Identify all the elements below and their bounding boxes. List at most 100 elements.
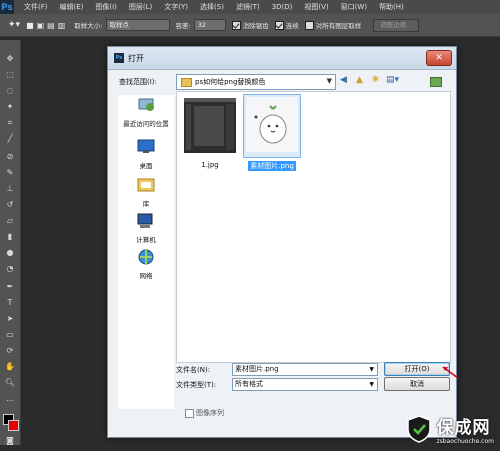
close-button[interactable]: ✕	[426, 50, 452, 66]
options-bar: ✦▾ ■▣▤▥ 取样大小: 取样点 容差: 32 消除锯齿 连续 对所有图层取样…	[0, 14, 500, 37]
dialog-title: 打开	[128, 53, 144, 63]
contiguous-option[interactable]: 连续	[274, 20, 299, 30]
tools-panel: ✥ ⬚ ◌ ✦ ⌗ ╱ ⊘ ✎ ⊥ ↺ ▱ ▮ ● ◔ ✒ T ➤ ▭ ⟳ ✋ …	[0, 40, 21, 445]
place-network[interactable]: 网络	[118, 249, 174, 280]
jpg-thumbnail-icon	[184, 98, 236, 153]
refine-edge-button[interactable]: 调整边缘...	[373, 18, 420, 32]
sample-size-control: 取样大小: 取样点	[74, 19, 170, 31]
menu-type[interactable]: 文字(Y)	[164, 2, 188, 12]
dialog-titlebar[interactable]: Ps 打开	[108, 47, 456, 70]
place-library[interactable]: 库	[118, 177, 174, 208]
brush-tool-icon[interactable]: ✎	[4, 168, 16, 178]
file-thumbnail-frame	[243, 94, 301, 158]
antialias-option[interactable]: 消除锯齿	[231, 20, 269, 30]
file-item-1jpg[interactable]: 1.jpg	[180, 96, 240, 169]
place-desktop[interactable]: 桌面	[118, 139, 174, 170]
magic-wand-icon[interactable]: ✦	[4, 102, 16, 112]
gradient-tool-icon[interactable]: ▮	[4, 232, 16, 242]
watermark: 保成网 zsbaochuoche.com	[406, 413, 494, 445]
crop-tool-icon[interactable]: ⌗	[4, 118, 16, 128]
dodge-tool-icon[interactable]: ◔	[4, 264, 16, 274]
shape-tool-icon[interactable]: ▭	[4, 330, 16, 340]
zoom-tool-icon[interactable]: 🔍︎	[4, 378, 16, 388]
history-brush-icon[interactable]: ↺	[4, 200, 16, 210]
menu-window[interactable]: 窗口(W)	[341, 2, 367, 12]
cartoon-cat-thumbnail-icon	[246, 97, 298, 152]
clone-stamp-icon[interactable]: ⊥	[4, 184, 16, 194]
filetype-select[interactable]: 所有格式 ▼	[232, 378, 378, 391]
quick-mask-icon[interactable]: ◙	[4, 436, 16, 446]
pen-tool-icon[interactable]: ✒	[4, 282, 16, 292]
file-name: 1.jpg	[201, 161, 219, 169]
menu-3d[interactable]: 3D(D)	[272, 3, 293, 11]
view-menu-icon[interactable]: ▤▾	[386, 75, 399, 86]
image-sequence-checkbox[interactable]	[185, 409, 194, 418]
chevron-down-icon: ▼	[369, 381, 374, 388]
menu-select[interactable]: 选择(S)	[200, 2, 224, 12]
healing-brush-icon[interactable]: ⊘	[4, 152, 16, 162]
look-in-value: ps如何给png替换颜色	[195, 78, 266, 86]
move-tool-icon[interactable]: ✥	[4, 54, 16, 64]
image-sequence-label: 图像序列	[196, 409, 224, 417]
nav-toolbar: ◀ ▲ ✱ ▤▾	[338, 75, 399, 86]
file-list: 1.jpg 素材图片.png	[176, 91, 451, 363]
hand-tool-icon[interactable]: ✋	[4, 362, 16, 372]
eyedropper-tool-icon[interactable]: ╱	[4, 134, 16, 144]
magic-wand-tool-icon[interactable]: ✦▾	[8, 20, 20, 30]
menu-bar: Ps 文件(F) 编辑(E) 图像(I) 图层(L) 文字(Y) 选择(S) 滤…	[0, 0, 500, 14]
watermark-url: zsbaochuoche.com	[436, 438, 494, 445]
desktop-icon	[137, 139, 155, 153]
photoshop-logo: Ps	[0, 0, 14, 14]
sample-size-label: 取样大小:	[74, 22, 103, 30]
computer-icon	[137, 213, 153, 228]
filename-input[interactable]: 素材图片.png ▼	[232, 363, 378, 376]
photoshop-icon: Ps	[114, 53, 124, 63]
file-thumbnail-frame	[182, 96, 238, 158]
look-in-label: 查找范围(I):	[119, 78, 157, 86]
sample-all-layers-option[interactable]: 对所有图层取样	[304, 20, 361, 30]
type-tool-icon[interactable]: T	[4, 298, 16, 308]
up-folder-icon[interactable]: ▲	[354, 75, 365, 86]
more-tools-icon[interactable]: …	[4, 394, 16, 404]
place-computer[interactable]: 计算机	[118, 213, 174, 244]
new-folder-icon[interactable]: ✱	[370, 75, 381, 86]
places-bar: 最近访问的位置 桌面 库 计算机 网络	[118, 95, 174, 409]
eraser-tool-icon[interactable]: ▱	[4, 216, 16, 226]
preview-icon[interactable]	[430, 77, 442, 87]
blur-tool-icon[interactable]: ●	[4, 248, 16, 258]
menu-filter[interactable]: 滤镜(T)	[236, 2, 260, 12]
background-color-swatch[interactable]	[8, 420, 19, 431]
tolerance-control: 容差: 32	[176, 19, 226, 31]
filename-label: 文件名(N):	[176, 366, 211, 374]
folder-icon	[181, 77, 192, 87]
tolerance-input[interactable]: 32	[193, 19, 226, 31]
annotation-arrow-icon	[442, 366, 459, 379]
shield-logo-icon	[407, 415, 432, 443]
open-dialog: Ps 打开 ✕ 查找范围(I): ps如何给png替换颜色 ▼ ◀ ▲ ✱ ▤▾…	[107, 46, 457, 438]
sample-size-select[interactable]: 取样点	[105, 19, 170, 31]
marquee-tool-icon[interactable]: ⬚	[4, 70, 16, 80]
antialias-checkbox[interactable]	[231, 20, 241, 30]
contiguous-checkbox[interactable]	[274, 20, 284, 30]
3d-tool-icon[interactable]: ⟳	[4, 346, 16, 356]
filetype-label: 文件类型(T):	[176, 381, 217, 389]
tolerance-label: 容差:	[175, 22, 191, 30]
look-in-select[interactable]: ps如何给png替换颜色 ▼	[176, 74, 336, 90]
watermark-text: 保成网	[436, 418, 491, 438]
library-icon	[137, 178, 155, 192]
chevron-down-icon: ▼	[369, 366, 374, 373]
place-recent[interactable]: 最近访问的位置	[118, 97, 174, 128]
selection-mode-icons[interactable]: ■▣▤▥	[26, 21, 68, 30]
file-name: 素材图片.png	[248, 161, 296, 171]
path-selection-icon[interactable]: ➤	[4, 314, 16, 324]
back-icon[interactable]: ◀	[338, 75, 349, 86]
menu-view[interactable]: 视图(V)	[304, 2, 328, 12]
menu-file[interactable]: 文件(F)	[24, 2, 48, 12]
sample-all-layers-checkbox[interactable]	[304, 20, 314, 30]
lasso-tool-icon[interactable]: ◌	[4, 86, 16, 96]
menu-image[interactable]: 图像(I)	[95, 2, 117, 12]
menu-layer[interactable]: 图层(L)	[129, 2, 152, 12]
menu-help[interactable]: 帮助(H)	[379, 2, 404, 12]
file-item-png-selected[interactable]: 素材图片.png	[242, 94, 302, 171]
menu-edit[interactable]: 编辑(E)	[60, 2, 84, 12]
